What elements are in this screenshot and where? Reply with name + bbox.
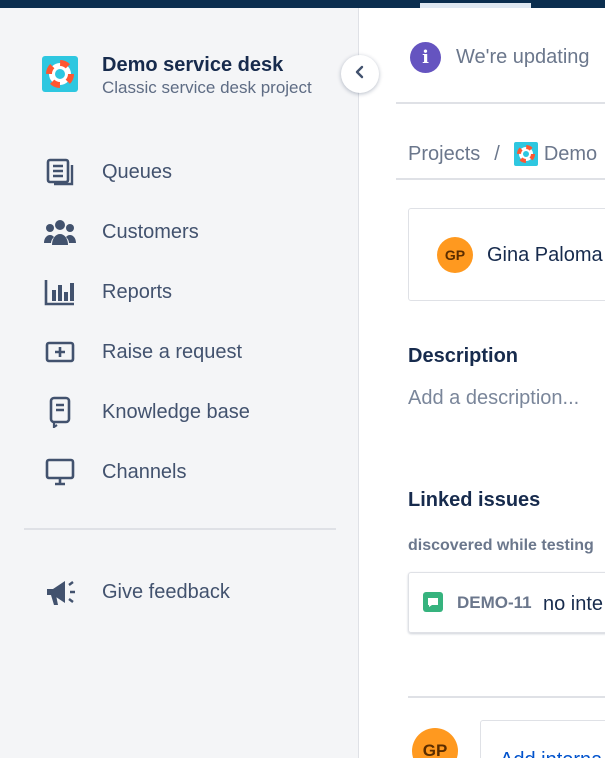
breadcrumb-project-link[interactable]: Demo [544,143,597,166]
avatar: GP [412,728,458,758]
reporter-name: Gina Paloma [487,244,603,266]
issue-detail-panel: i We're updating Projects / Demo GP Gina… [360,8,605,758]
sidebar-item-reports[interactable]: Reports [44,272,172,312]
avatar: GP [437,237,473,273]
chevron-left-icon [353,65,367,84]
breadcrumb-projects-link[interactable]: Projects [408,143,480,166]
sidebar-item-label: Channels [102,460,187,483]
sidebar-item-queues[interactable]: Queues [44,152,172,192]
linked-issue-card[interactable]: DEMO-11 no inte [408,572,605,633]
add-internal-note-input[interactable]: Add interna [480,720,605,758]
raise-request-icon [44,336,76,368]
breadcrumb: Projects / Demo [408,142,597,166]
divider [408,696,605,698]
comment-placeholder: Add interna [500,749,602,758]
megaphone-icon [44,576,76,608]
info-banner: i We're updating [410,42,590,73]
issue-key-link[interactable]: DEMO-11 [457,593,532,613]
sidebar-item-label: Knowledge base [102,400,250,423]
sidebar-item-label: Raise a request [102,340,243,363]
project-header[interactable]: Demo service desk Classic service desk p… [42,54,312,99]
sidebar-item-knowledge-base[interactable]: Knowledge base [44,392,250,432]
give-feedback-button[interactable]: Give feedback [44,572,230,612]
project-logo-icon [513,142,538,166]
sidebar-divider [24,528,336,530]
info-icon: i [410,42,441,73]
project-logo-icon [42,56,78,92]
project-name: Demo service desk [102,54,284,76]
sidebar-item-label: Reports [102,280,173,303]
divider [396,102,605,104]
info-banner-text: We're updating [456,46,590,68]
divider [396,178,605,180]
description-field[interactable]: Add a description... [408,387,579,410]
reports-icon [44,276,76,308]
channels-icon [44,456,76,488]
queues-icon [44,156,76,188]
issue-summary: no inte [543,593,604,615]
link-type-label: discovered while testing [408,537,594,554]
sidebar-item-label: Queues [102,160,173,183]
breadcrumb-separator: / [494,142,500,165]
top-navigation-bar [0,0,605,8]
sidebar-item-channels[interactable]: Channels [44,452,187,492]
customers-icon [44,216,76,248]
sidebar: Demo service desk Classic service desk p… [0,8,359,758]
linked-issues-heading: Linked issues [408,489,541,511]
give-feedback-label: Give feedback [102,580,230,603]
reporter-card[interactable]: GP Gina Paloma [408,208,605,301]
sidebar-item-raise-request[interactable]: Raise a request [44,332,242,372]
project-type: Classic service desk project [102,78,312,97]
collapse-sidebar-button[interactable] [341,55,379,93]
sidebar-item-customers[interactable]: Customers [44,212,199,252]
issue-type-icon [423,592,443,612]
sidebar-item-label: Customers [102,220,199,243]
knowledge-base-icon [44,396,76,428]
description-heading: Description [408,345,519,367]
